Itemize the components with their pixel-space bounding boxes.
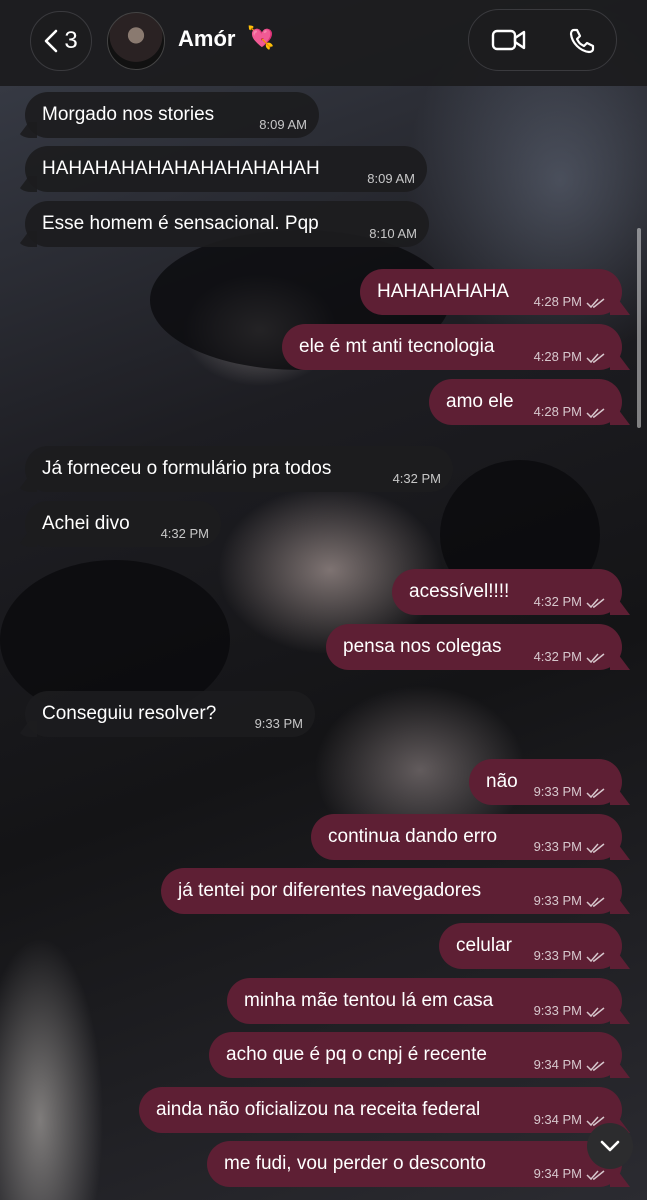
message-text: continua dando erro: [328, 826, 498, 847]
message-bubble[interactable]: continua dando erro 9:33 PM: [311, 814, 622, 860]
message-time: 9:33 PM: [533, 784, 582, 799]
message-text: minha mãe tentou lá em casa: [244, 990, 494, 1011]
unread-count: 3: [64, 27, 78, 54]
message-bubble[interactable]: não 9:33 PM: [469, 759, 622, 805]
message-text: celular: [456, 935, 512, 956]
phone-icon[interactable]: [568, 27, 596, 55]
message-time: 9:33 PM: [533, 893, 582, 908]
contact-name[interactable]: Amór: [178, 26, 235, 52]
chevron-left-icon: [45, 29, 58, 53]
message-text: Morgado nos stories: [42, 104, 215, 125]
message-time: 4:28 PM: [533, 349, 582, 364]
message-text: me fudi, vou perder o desconto: [224, 1153, 486, 1174]
message-text: Conseguiu resolver?: [42, 703, 217, 724]
double-check-icon: [586, 653, 605, 664]
message-bubble[interactable]: acessível!!!! 4:32 PM: [392, 569, 622, 615]
message-bubble[interactable]: pensa nos colegas 4:32 PM: [326, 624, 622, 670]
message-time: 4:32 PM: [533, 594, 582, 609]
message-time: 9:33 PM: [254, 716, 303, 731]
double-check-icon: [586, 1061, 605, 1072]
message-bubble[interactable]: ele é mt anti tecnologia 4:28 PM: [282, 324, 622, 370]
message-time: 9:33 PM: [533, 1003, 582, 1018]
message-text: HAHAHAHAHA: [377, 281, 509, 302]
message-time: 9:34 PM: [533, 1112, 582, 1127]
message-time: 9:33 PM: [533, 839, 582, 854]
message-time: 8:09 AM: [259, 117, 307, 132]
double-check-icon: [586, 788, 605, 799]
message-bubble[interactable]: minha mãe tentou lá em casa 9:33 PM: [227, 978, 622, 1024]
scroll-to-bottom-button[interactable]: [587, 1123, 633, 1169]
message-text: não: [486, 771, 518, 792]
message-bubble[interactable]: Morgado nos stories 8:09 AM: [25, 92, 319, 138]
message-text: ele é mt anti tecnologia: [299, 336, 495, 357]
video-camera-icon[interactable]: [491, 28, 527, 52]
double-check-icon: [586, 1007, 605, 1018]
heart-emoji: 💘: [247, 25, 275, 50]
message-time: 4:32 PM: [533, 649, 582, 664]
message-bubble[interactable]: Conseguiu resolver? 9:33 PM: [25, 691, 315, 737]
message-bubble[interactable]: celular 9:33 PM: [439, 923, 622, 969]
chat-header: 3 Amór 💘: [0, 0, 647, 86]
message-time: 8:09 AM: [367, 171, 415, 186]
back-button[interactable]: 3: [30, 11, 92, 71]
message-text: Achei divo: [42, 513, 130, 534]
message-text: ainda não oficializou na receita federal: [156, 1099, 481, 1120]
double-check-icon: [586, 1170, 605, 1181]
message-text: Esse homem é sensacional. Pqp: [42, 213, 319, 234]
double-check-icon: [586, 298, 605, 309]
double-check-icon: [586, 897, 605, 908]
message-bubble[interactable]: amo ele 4:28 PM: [429, 379, 622, 425]
chevron-down-icon: [600, 1140, 620, 1152]
message-text: amo ele: [446, 391, 514, 412]
message-text: HAHAHAHAHAHAHAHAHAHAH: [42, 158, 320, 179]
message-time: 8:10 AM: [369, 226, 417, 241]
message-text: já tentei por diferentes navegadores: [178, 880, 482, 901]
message-time: 9:34 PM: [533, 1057, 582, 1072]
message-bubble[interactable]: HAHAHAHAHA 4:28 PM: [360, 269, 622, 315]
message-bubble[interactable]: Esse homem é sensacional. Pqp 8:10 AM: [25, 201, 429, 247]
double-check-icon: [586, 353, 605, 364]
message-bubble[interactable]: HAHAHAHAHAHAHAHAHAHAH 8:09 AM: [25, 146, 427, 192]
scroll-indicator[interactable]: [637, 228, 641, 428]
message-text: Já forneceu o formulário pra todos: [42, 458, 332, 479]
message-bubble[interactable]: Já forneceu o formulário pra todos 4:32 …: [25, 446, 453, 492]
message-time: 4:28 PM: [533, 404, 582, 419]
message-bubble[interactable]: já tentei por diferentes navegadores 9:3…: [161, 868, 622, 914]
message-bubble[interactable]: me fudi, vou perder o desconto 9:34 PM: [207, 1141, 622, 1187]
message-time: 4:32 PM: [392, 471, 441, 486]
double-check-icon: [586, 598, 605, 609]
message-bubble[interactable]: ainda não oficializou na receita federal…: [139, 1087, 622, 1133]
double-check-icon: [586, 952, 605, 963]
double-check-icon: [586, 408, 605, 419]
message-text: acessível!!!!: [409, 581, 510, 602]
message-bubble[interactable]: Achei divo 4:32 PM: [25, 501, 221, 547]
message-time: 9:33 PM: [533, 948, 582, 963]
call-actions: [468, 9, 617, 71]
message-text: pensa nos colegas: [343, 636, 502, 657]
message-time: 4:28 PM: [533, 294, 582, 309]
message-text: acho que é pq o cnpj é recente: [226, 1044, 487, 1065]
message-time: 9:34 PM: [533, 1166, 582, 1181]
contact-avatar[interactable]: [107, 12, 165, 70]
double-check-icon: [586, 843, 605, 854]
message-bubble[interactable]: acho que é pq o cnpj é recente 9:34 PM: [209, 1032, 622, 1078]
message-time: 4:32 PM: [160, 526, 209, 541]
